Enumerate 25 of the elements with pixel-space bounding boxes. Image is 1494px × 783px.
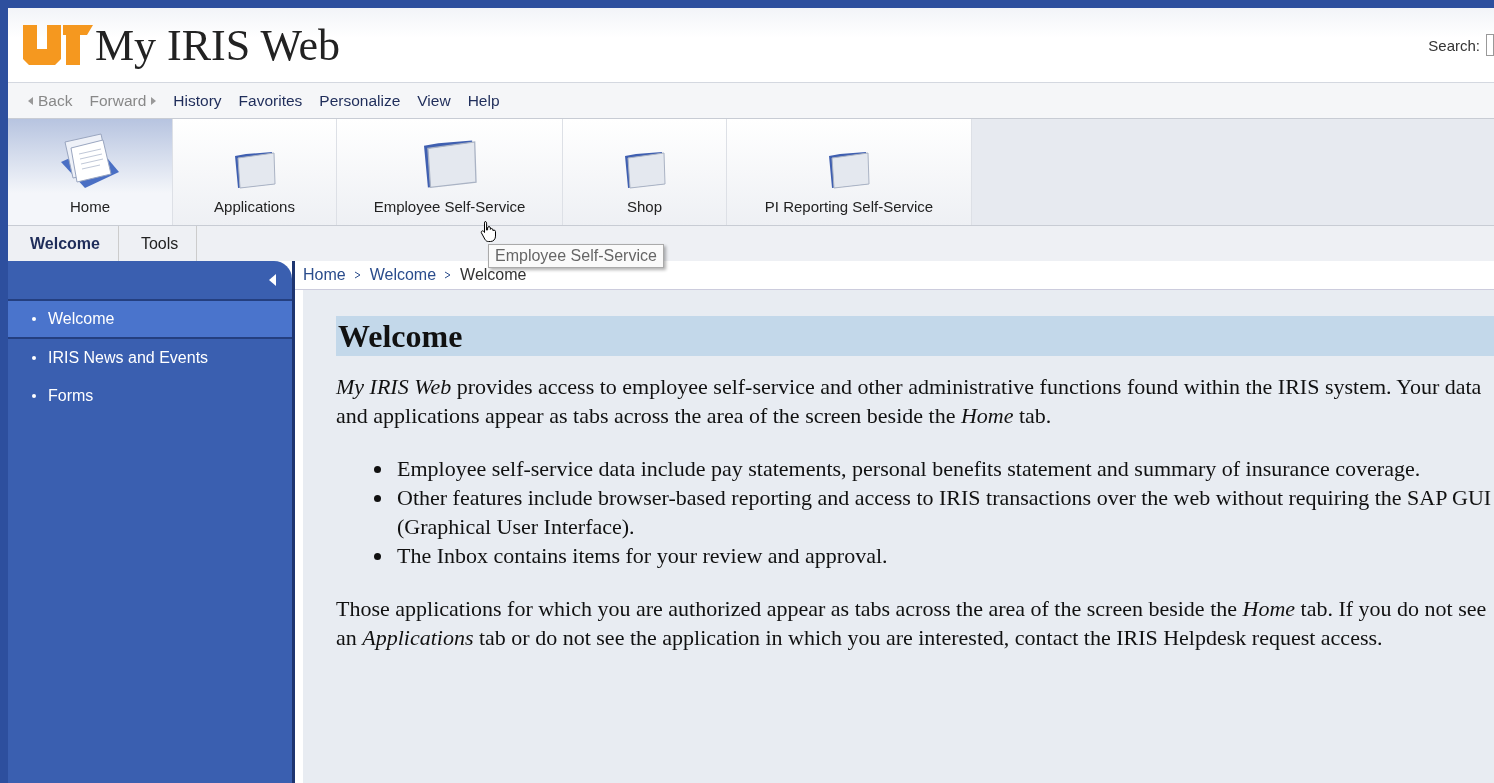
nav-tab[interactable]: Applications [173,119,337,225]
menu-item[interactable]: Favorites [238,91,303,110]
bullet-text: The Inbox contains items for your review and approval. [397,542,888,570]
sidebar-item[interactable]: Forms [8,377,292,415]
nav-tab[interactable]: PI Reporting Self-Service [727,119,972,225]
intro-paragraph: My IRIS Web provides access to employee self-service and other administrative functions found within the IRIS system. Your data and applications appear as tabs across the area of the screen beside the Home tab. [336,373,1483,430]
breadcrumb-link[interactable]: Home [303,266,346,284]
menu-item[interactable]: View [417,91,451,110]
sidebar-item[interactable]: IRIS News and Events [8,339,292,377]
menu-item[interactable]: History [173,91,222,110]
breadcrumb-link[interactable]: Welcome [369,266,437,284]
bullet-text: Employee self-service data include pay statements, personal benefits statement and summary of insurance coverage. [397,455,1421,483]
nav-tab[interactable]: Employee Self-Service [337,119,563,225]
menu-item[interactable]: Personalize [319,91,401,110]
nav-tab[interactable]: Home [8,119,173,225]
nav-tab[interactable]: Shop [563,119,727,225]
search-label: Search: [1428,36,1480,54]
closing-paragraph: Those applications for which you are authorized appear as tabs across the area of the screen beside the Home tab. If you do not see an Applications tab or do not see the application in which you are interested, contact the IRIS Helpdesk request access. [336,595,1488,652]
page-title: Welcome [336,316,1494,356]
breadcrumb-link[interactable]: Welcome [460,266,527,284]
logo-text: My IRIS Web [95,19,340,71]
sidebar-item[interactable]: Welcome [8,301,292,339]
menu-item[interactable]: Help [467,91,500,110]
tooltip: Employee Self-Service [488,244,664,268]
bullet-text: Other features include browser-based reporting and access to IRIS transactions over the web without requiring the SAP GUI (Graphical User Interface). [397,484,1493,541]
